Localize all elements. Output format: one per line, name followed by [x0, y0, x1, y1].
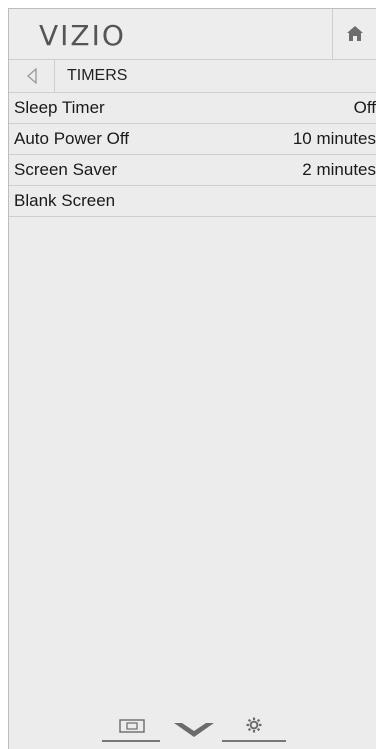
settings-gear-icon: [246, 717, 262, 733]
menu-item-value: Off: [353, 98, 376, 117]
menu-item-label: Sleep Timer: [14, 98, 105, 117]
menu-item-value: 10 minutes: [292, 129, 376, 148]
input-icon: [119, 719, 145, 733]
page-title: TIMERS: [67, 67, 128, 84]
menu-item-auto-power-off[interactable]: Auto Power Off 10 minutes: [9, 124, 376, 155]
menu-item-blank-screen[interactable]: Blank Screen: [9, 186, 376, 217]
input-underline: [102, 740, 160, 742]
settings-underline: [222, 740, 286, 742]
back-triangle-icon: [26, 68, 37, 84]
vizio-v-button[interactable]: [171, 719, 217, 741]
footer-bar: [9, 709, 376, 749]
back-button[interactable]: [9, 60, 54, 92]
header-bar: VIZIO: [9, 9, 376, 60]
breadcrumb-divider: [54, 60, 55, 92]
menu-item-label: Blank Screen: [14, 191, 116, 210]
menu-item-value: 2 minutes: [302, 160, 376, 179]
menu-item-sleep-timer[interactable]: Sleep Timer Off: [9, 93, 376, 124]
timers-menu: Sleep Timer Off Auto Power Off 10 minute…: [9, 93, 376, 217]
vizio-v-icon: [174, 723, 214, 737]
home-icon: [346, 26, 363, 41]
vizio-logo: VIZIO: [39, 18, 126, 52]
menu-item-label: Auto Power Off: [14, 129, 129, 148]
menu-item-screen-saver[interactable]: Screen Saver 2 minutes: [9, 155, 376, 186]
home-button[interactable]: [333, 9, 376, 59]
breadcrumb: TIMERS: [9, 60, 376, 93]
settings-gear-button[interactable]: [242, 713, 266, 737]
input-button[interactable]: [112, 715, 152, 737]
settings-panel: VIZIO TIMERS Sleep Timer Off Auto Power …: [8, 8, 376, 749]
menu-item-label: Screen Saver: [14, 160, 117, 179]
